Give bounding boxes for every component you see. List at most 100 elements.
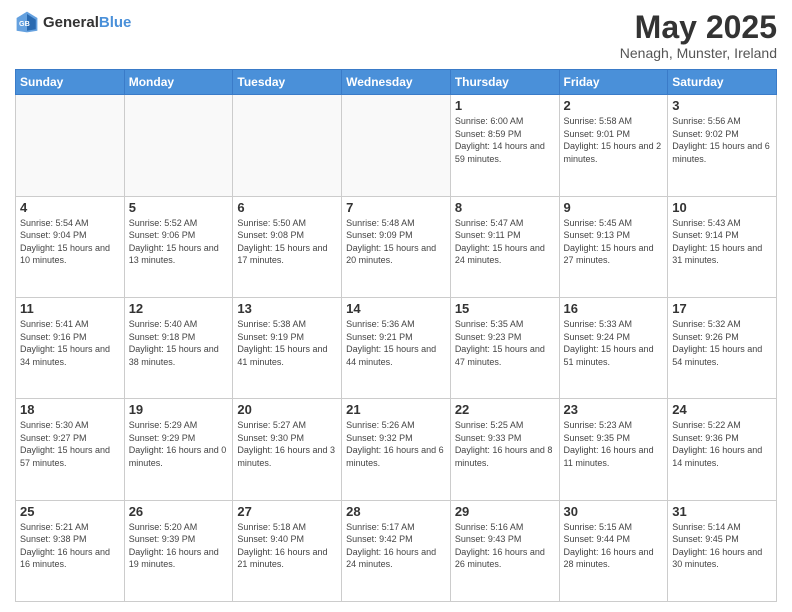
day-info: Sunrise: 5:50 AMSunset: 9:08 PMDaylight:… <box>237 217 337 267</box>
day-info: Sunrise: 5:36 AMSunset: 9:21 PMDaylight:… <box>346 318 446 368</box>
day-info: Sunrise: 5:32 AMSunset: 9:26 PMDaylight:… <box>672 318 772 368</box>
day-number: 7 <box>346 200 446 215</box>
day-number: 1 <box>455 98 555 113</box>
svg-text:GB: GB <box>19 19 30 28</box>
table-row: 1 Sunrise: 6:00 AMSunset: 8:59 PMDaylight… <box>450 95 559 196</box>
table-row: 17Sunrise: 5:32 AMSunset: 9:26 PMDayligh… <box>668 297 777 398</box>
location: Nenagh, Munster, Ireland <box>620 45 777 61</box>
day-number: 3 <box>672 98 772 113</box>
table-row: 18 Sunrise: 5:30 AMSunset: 9:27 PMDayligh… <box>16 399 125 500</box>
week-row-1: 1 Sunrise: 6:00 AMSunset: 8:59 PMDaylight… <box>16 95 777 196</box>
header-thursday: Thursday <box>450 70 559 95</box>
table-row: 12 Sunrise: 5:40 AMSunset: 9:18 PMDayligh… <box>124 297 233 398</box>
table-row <box>16 95 125 196</box>
day-number: 30 <box>564 504 664 519</box>
table-row: 3Sunrise: 5:56 AMSunset: 9:02 PMDaylight… <box>668 95 777 196</box>
week-row-4: 18 Sunrise: 5:30 AMSunset: 9:27 PMDayligh… <box>16 399 777 500</box>
table-row: 10Sunrise: 5:43 AMSunset: 9:14 PMDayligh… <box>668 196 777 297</box>
day-info: Sunrise: 5:35 AMSunset: 9:23 PMDaylight:… <box>455 318 555 368</box>
day-number: 21 <box>346 402 446 417</box>
day-info: Sunrise: 5:48 AMSunset: 9:09 PMDaylight:… <box>346 217 446 267</box>
table-row: 13Sunrise: 5:38 AMSunset: 9:19 PMDayligh… <box>233 297 342 398</box>
title-block: May 2025 Nenagh, Munster, Ireland <box>620 10 777 61</box>
table-row: 30 Sunrise: 5:15 AMSunset: 9:44 PMDayligh… <box>559 500 668 601</box>
day-info: Sunrise: 5:22 AMSunset: 9:36 PMDaylight:… <box>672 419 772 469</box>
table-row: 16 Sunrise: 5:33 AMSunset: 9:24 PMDayligh… <box>559 297 668 398</box>
table-row: 19 Sunrise: 5:29 AMSunset: 9:29 PMDayligh… <box>124 399 233 500</box>
logo: GB GeneralBlue <box>15 10 131 34</box>
table-row: 9 Sunrise: 5:45 AMSunset: 9:13 PMDaylight… <box>559 196 668 297</box>
day-info: Sunrise: 5:23 AMSunset: 9:35 PMDaylight:… <box>564 419 664 469</box>
weekday-header-row: Sunday Monday Tuesday Wednesday Thursday… <box>16 70 777 95</box>
day-info: Sunrise: 5:15 AMSunset: 9:44 PMDaylight:… <box>564 521 664 571</box>
header-sunday: Sunday <box>16 70 125 95</box>
day-number: 23 <box>564 402 664 417</box>
day-info: Sunrise: 5:30 AMSunset: 9:27 PMDaylight:… <box>20 419 120 469</box>
table-row: 25Sunrise: 5:21 AMSunset: 9:38 PMDayligh… <box>16 500 125 601</box>
day-number: 9 <box>564 200 664 215</box>
table-row: 21 Sunrise: 5:26 AMSunset: 9:32 PMDayligh… <box>342 399 451 500</box>
day-number: 14 <box>346 301 446 316</box>
day-number: 27 <box>237 504 337 519</box>
day-info: Sunrise: 5:17 AMSunset: 9:42 PMDaylight:… <box>346 521 446 571</box>
logo-text: GeneralBlue <box>43 14 131 31</box>
day-number: 26 <box>129 504 229 519</box>
week-row-2: 4 Sunrise: 5:54 AMSunset: 9:04 PMDaylight… <box>16 196 777 297</box>
day-number: 24 <box>672 402 772 417</box>
day-info: Sunrise: 5:14 AMSunset: 9:45 PMDaylight:… <box>672 521 772 571</box>
day-info: Sunrise: 5:18 AMSunset: 9:40 PMDaylight:… <box>237 521 337 571</box>
header-saturday: Saturday <box>668 70 777 95</box>
day-info: Sunrise: 6:00 AMSunset: 8:59 PMDaylight:… <box>455 115 555 165</box>
day-number: 18 <box>20 402 120 417</box>
table-row: 20Sunrise: 5:27 AMSunset: 9:30 PMDayligh… <box>233 399 342 500</box>
week-row-5: 25Sunrise: 5:21 AMSunset: 9:38 PMDayligh… <box>16 500 777 601</box>
day-info: Sunrise: 5:26 AMSunset: 9:32 PMDaylight:… <box>346 419 446 469</box>
table-row: 23 Sunrise: 5:23 AMSunset: 9:35 PMDayligh… <box>559 399 668 500</box>
header: GB GeneralBlue May 2025 Nenagh, Munster,… <box>15 10 777 61</box>
day-info: Sunrise: 5:38 AMSunset: 9:19 PMDaylight:… <box>237 318 337 368</box>
table-row <box>233 95 342 196</box>
header-wednesday: Wednesday <box>342 70 451 95</box>
day-number: 12 <box>129 301 229 316</box>
day-number: 8 <box>455 200 555 215</box>
day-info: Sunrise: 5:54 AMSunset: 9:04 PMDaylight:… <box>20 217 120 267</box>
table-row: 22Sunrise: 5:25 AMSunset: 9:33 PMDayligh… <box>450 399 559 500</box>
day-info: Sunrise: 5:16 AMSunset: 9:43 PMDaylight:… <box>455 521 555 571</box>
day-info: Sunrise: 5:41 AMSunset: 9:16 PMDaylight:… <box>20 318 120 368</box>
day-info: Sunrise: 5:47 AMSunset: 9:11 PMDaylight:… <box>455 217 555 267</box>
table-row: 27 Sunrise: 5:18 AMSunset: 9:40 PMDayligh… <box>233 500 342 601</box>
logo-icon: GB <box>15 10 39 34</box>
day-number: 19 <box>129 402 229 417</box>
page: GB GeneralBlue May 2025 Nenagh, Munster,… <box>0 0 792 612</box>
table-row: 14 Sunrise: 5:36 AMSunset: 9:21 PMDayligh… <box>342 297 451 398</box>
table-row: 8 Sunrise: 5:47 AMSunset: 9:11 PMDaylight… <box>450 196 559 297</box>
day-number: 25 <box>20 504 120 519</box>
day-number: 16 <box>564 301 664 316</box>
day-info: Sunrise: 5:52 AMSunset: 9:06 PMDaylight:… <box>129 217 229 267</box>
table-row: 7 Sunrise: 5:48 AMSunset: 9:09 PMDaylight… <box>342 196 451 297</box>
day-number: 28 <box>346 504 446 519</box>
day-number: 4 <box>20 200 120 215</box>
day-number: 31 <box>672 504 772 519</box>
month-title: May 2025 <box>620 10 777 45</box>
day-info: Sunrise: 5:27 AMSunset: 9:30 PMDaylight:… <box>237 419 337 469</box>
day-info: Sunrise: 5:40 AMSunset: 9:18 PMDaylight:… <box>129 318 229 368</box>
table-row: 31 Sunrise: 5:14 AMSunset: 9:45 PMDayligh… <box>668 500 777 601</box>
header-monday: Monday <box>124 70 233 95</box>
table-row: 24 Sunrise: 5:22 AMSunset: 9:36 PMDayligh… <box>668 399 777 500</box>
table-row: 11 Sunrise: 5:41 AMSunset: 9:16 PMDayligh… <box>16 297 125 398</box>
day-info: Sunrise: 5:20 AMSunset: 9:39 PMDaylight:… <box>129 521 229 571</box>
table-row <box>124 95 233 196</box>
table-row: 5Sunrise: 5:52 AMSunset: 9:06 PMDaylight… <box>124 196 233 297</box>
table-row: 6Sunrise: 5:50 AMSunset: 9:08 PMDaylight… <box>233 196 342 297</box>
week-row-3: 11 Sunrise: 5:41 AMSunset: 9:16 PMDayligh… <box>16 297 777 398</box>
day-number: 10 <box>672 200 772 215</box>
day-info: Sunrise: 5:45 AMSunset: 9:13 PMDaylight:… <box>564 217 664 267</box>
day-info: Sunrise: 5:33 AMSunset: 9:24 PMDaylight:… <box>564 318 664 368</box>
day-number: 11 <box>20 301 120 316</box>
table-row <box>342 95 451 196</box>
header-tuesday: Tuesday <box>233 70 342 95</box>
day-info: Sunrise: 5:29 AMSunset: 9:29 PMDaylight:… <box>129 419 229 469</box>
table-row: 2Sunrise: 5:58 AMSunset: 9:01 PMDaylight… <box>559 95 668 196</box>
day-number: 29 <box>455 504 555 519</box>
